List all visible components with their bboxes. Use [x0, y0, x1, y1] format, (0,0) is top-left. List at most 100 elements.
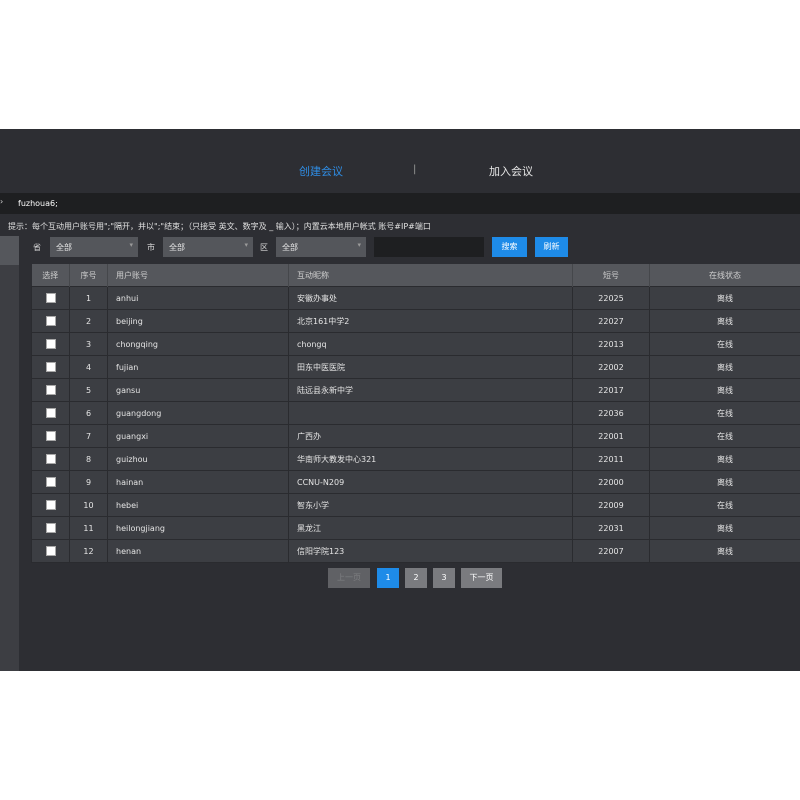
- table-row[interactable]: 2 beijing 北京161中学2 22027 离线: [31, 309, 800, 333]
- row-select[interactable]: [31, 401, 70, 425]
- row-short-number: 22001: [572, 424, 650, 448]
- city-value: 全部: [169, 243, 185, 252]
- row-status: 离线: [649, 447, 800, 471]
- row-checkbox[interactable]: [45, 431, 56, 441]
- row-status: 离线: [649, 516, 800, 540]
- row-short-number: 22036: [572, 401, 650, 425]
- meeting-app: 创建会议 | 加入会议 › 提示：每个互动用户账号用";"隔开，并以";"结束；…: [0, 129, 800, 671]
- row-index: 3: [69, 332, 108, 356]
- row-checkbox[interactable]: [45, 500, 56, 510]
- sidebar-tab[interactable]: [0, 236, 19, 265]
- table-row[interactable]: 7 guangxi 广西办 22001 在线: [31, 424, 800, 448]
- header-short-number: 短号: [572, 264, 650, 287]
- account-input-row: ›: [0, 193, 800, 214]
- row-checkbox[interactable]: [45, 546, 56, 556]
- row-account: hebei: [107, 493, 289, 517]
- prev-page-button[interactable]: 上一页: [328, 568, 370, 588]
- row-index: 6: [69, 401, 108, 425]
- row-index: 12: [69, 539, 108, 563]
- row-select[interactable]: [31, 424, 70, 448]
- tab-bar: 创建会议 | 加入会议: [0, 129, 800, 193]
- filter-bar: 省 全部 ▾ 市 全部 ▾ 区 全部 ▾ 搜索 刷新: [27, 236, 777, 258]
- table-row[interactable]: 5 gansu 陆远县永新中学 22017 离线: [31, 378, 800, 402]
- row-select[interactable]: [31, 516, 70, 540]
- row-account: henan: [107, 539, 289, 563]
- row-checkbox[interactable]: [45, 408, 56, 418]
- row-checkbox[interactable]: [45, 523, 56, 533]
- account-input[interactable]: [15, 193, 788, 214]
- row-select[interactable]: [31, 493, 70, 517]
- province-select[interactable]: 全部 ▾: [50, 237, 138, 257]
- next-page-button[interactable]: 下一页: [461, 568, 502, 588]
- page-button-2[interactable]: 2: [405, 568, 427, 588]
- refresh-button[interactable]: 刷新: [535, 237, 568, 257]
- chevron-down-icon: ▾: [129, 241, 133, 249]
- row-checkbox[interactable]: [45, 454, 56, 464]
- row-account: beijing: [107, 309, 289, 333]
- table-row[interactable]: 3 chongqing chongq 22013 在线: [31, 332, 800, 356]
- table-row[interactable]: 8 guizhou 华南师大教发中心321 22011 离线: [31, 447, 800, 471]
- pagination: 上一页 1 2 3 下一页: [0, 568, 800, 590]
- row-select[interactable]: [31, 309, 70, 333]
- row-account: chongqing: [107, 332, 289, 356]
- row-checkbox[interactable]: [45, 385, 56, 395]
- table-row[interactable]: 4 fujian 田东中医医院 22002 离线: [31, 355, 800, 379]
- city-label: 市: [147, 243, 155, 252]
- row-index: 11: [69, 516, 108, 540]
- row-account: anhui: [107, 286, 289, 310]
- table-row[interactable]: 1 anhui 安徽办事处 22025 离线: [31, 286, 800, 310]
- row-nickname: chongq: [288, 332, 573, 356]
- row-account: guangxi: [107, 424, 289, 448]
- row-index: 5: [69, 378, 108, 402]
- row-short-number: 22011: [572, 447, 650, 471]
- header-nickname: 互动昵称: [288, 264, 573, 287]
- chevron-down-icon: ▾: [244, 241, 248, 249]
- search-button[interactable]: 搜索: [492, 237, 527, 257]
- district-select[interactable]: 全部 ▾: [276, 237, 366, 257]
- table-row[interactable]: 11 heilongjiang 黑龙江 22031 离线: [31, 516, 800, 540]
- tab-separator: |: [413, 164, 417, 175]
- user-table: 选择 序号 用户账号 互动昵称 短号 在线状态 1 anhui 安徽办事处 22025…: [31, 264, 800, 563]
- row-index: 9: [69, 470, 108, 494]
- row-checkbox[interactable]: [45, 477, 56, 487]
- row-account: heilongjiang: [107, 516, 289, 540]
- row-status: 在线: [649, 424, 800, 448]
- row-checkbox[interactable]: [45, 362, 56, 372]
- header-account: 用户账号: [107, 264, 289, 287]
- row-status: 离线: [649, 378, 800, 402]
- row-checkbox[interactable]: [45, 293, 56, 303]
- row-nickname: 黑龙江: [288, 516, 573, 540]
- table-row[interactable]: 12 henan 信阳学院123 22007 离线: [31, 539, 800, 563]
- chevron-right-icon: ›: [0, 197, 4, 206]
- page-button-1[interactable]: 1: [377, 568, 399, 588]
- row-nickname: 北京161中学2: [288, 309, 573, 333]
- page-button-3[interactable]: 3: [433, 568, 455, 588]
- row-select[interactable]: [31, 470, 70, 494]
- row-select[interactable]: [31, 447, 70, 471]
- tab-create-meeting[interactable]: 创建会议: [299, 163, 343, 179]
- row-checkbox[interactable]: [45, 339, 56, 349]
- row-account: guangdong: [107, 401, 289, 425]
- row-short-number: 22027: [572, 309, 650, 333]
- row-select[interactable]: [31, 355, 70, 379]
- keyword-input[interactable]: [374, 237, 484, 257]
- table-row[interactable]: 10 hebei 智东小学 22009 在线: [31, 493, 800, 517]
- row-select[interactable]: [31, 286, 70, 310]
- row-status: 离线: [649, 286, 800, 310]
- row-select[interactable]: [31, 332, 70, 356]
- table-row[interactable]: 6 guangdong 22036 在线: [31, 401, 800, 425]
- row-checkbox[interactable]: [45, 316, 56, 326]
- row-status: 在线: [649, 332, 800, 356]
- city-select[interactable]: 全部 ▾: [163, 237, 253, 257]
- row-nickname: 广西办: [288, 424, 573, 448]
- table-row[interactable]: 9 hainan CCNU-N209 22000 离线: [31, 470, 800, 494]
- row-account: fujian: [107, 355, 289, 379]
- row-nickname: 华南师大教发中心321: [288, 447, 573, 471]
- row-select[interactable]: [31, 539, 70, 563]
- row-nickname: CCNU-N209: [288, 470, 573, 494]
- row-select[interactable]: [31, 378, 70, 402]
- row-status: 离线: [649, 539, 800, 563]
- hint-text: 提示：每个互动用户账号用";"隔开，并以";"结束；（只接受 英文、数字及 _ …: [8, 222, 431, 231]
- chevron-down-icon: ▾: [357, 241, 361, 249]
- tab-join-meeting[interactable]: 加入会议: [489, 163, 533, 179]
